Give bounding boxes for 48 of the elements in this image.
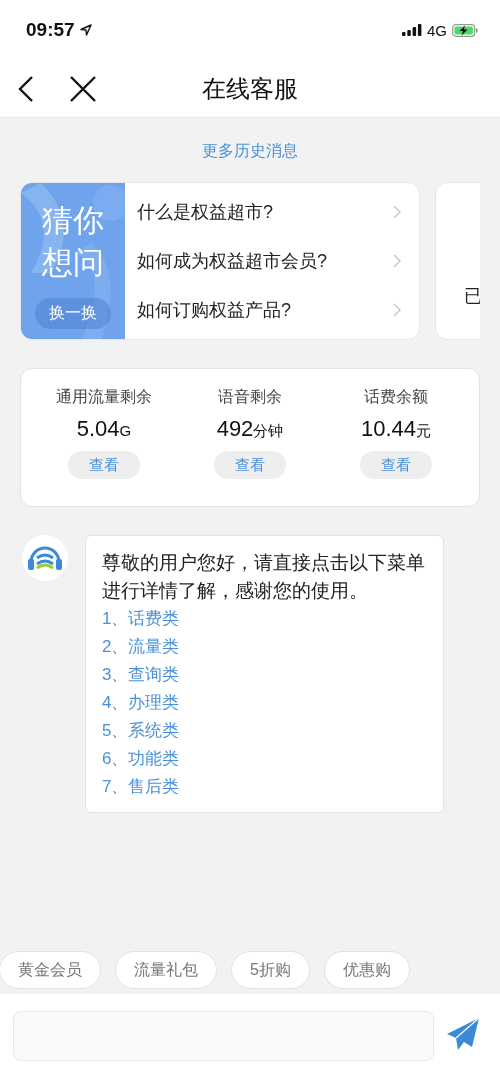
quick-reply-chip[interactable]: 流量礼包 bbox=[115, 951, 217, 989]
close-button[interactable] bbox=[70, 75, 96, 102]
page-title: 在线客服 bbox=[202, 73, 298, 104]
balance-unit: 元 bbox=[416, 422, 432, 441]
network-label: 4G bbox=[427, 21, 447, 39]
view-button[interactable]: 查看 bbox=[68, 451, 140, 479]
close-icon bbox=[70, 75, 96, 102]
view-button[interactable]: 查看 bbox=[214, 451, 286, 479]
history-link[interactable]: 更多历史消息 bbox=[202, 141, 298, 162]
question-item[interactable]: 什么是权益超市? bbox=[137, 199, 401, 224]
question-text: 如何订购权益产品? bbox=[137, 299, 291, 323]
balance-label: 通用流量剩余 bbox=[56, 387, 152, 407]
paper-plane-icon bbox=[446, 1017, 480, 1051]
chevron-right-icon bbox=[393, 303, 401, 318]
balance-value: 5.04 bbox=[76, 416, 120, 442]
quick-reply-chip[interactable]: 5折购 bbox=[231, 951, 310, 989]
menu-link[interactable]: 5、系统类 bbox=[102, 717, 425, 745]
menu-link[interactable]: 4、办理类 bbox=[102, 689, 425, 717]
menu-link[interactable]: 1、话费类 bbox=[102, 605, 425, 633]
menu-link[interactable]: 2、流量类 bbox=[102, 633, 425, 661]
chevron-right-icon bbox=[393, 204, 401, 219]
quick-reply-chip[interactable]: 黄金会员 bbox=[0, 951, 101, 989]
send-button[interactable] bbox=[446, 1017, 480, 1051]
location-icon bbox=[79, 24, 92, 36]
balance-unit: G bbox=[119, 422, 132, 439]
view-button[interactable]: 查看 bbox=[360, 451, 432, 479]
battery-charging-icon bbox=[452, 23, 478, 37]
back-icon bbox=[18, 74, 34, 103]
question-item[interactable]: 如何订购权益产品? bbox=[137, 298, 401, 323]
status-time: 09:57 bbox=[26, 19, 75, 41]
balance-label: 话费余额 bbox=[364, 387, 428, 407]
menu-link[interactable]: 7、售后类 bbox=[102, 773, 425, 801]
back-button[interactable] bbox=[18, 74, 34, 103]
chevron-right-icon bbox=[393, 254, 401, 268]
balance-unit: 分钟 bbox=[253, 422, 284, 441]
menu-link[interactable]: 3、查询类 bbox=[102, 661, 425, 689]
refresh-button[interactable]: 换一换 bbox=[35, 298, 111, 329]
balance-value: 492 bbox=[216, 416, 254, 442]
question-text: 什么是权益超市? bbox=[137, 200, 273, 224]
menu-link[interactable]: 6、功能类 bbox=[102, 745, 425, 773]
question-item[interactable]: 如何成为权益超市会员? bbox=[137, 249, 401, 273]
message-text: 尊敬的用户您好，请直接点击以下菜单进行详情了解，感谢您的使用。 bbox=[102, 551, 425, 603]
question-text: 如何成为权益超市会员? bbox=[137, 250, 327, 273]
balance-value: 10.44 bbox=[360, 416, 417, 442]
balance-label: 语音剩余 bbox=[218, 387, 282, 407]
guess-title: 猜你想问 bbox=[41, 202, 105, 282]
signal-icon bbox=[402, 24, 422, 36]
quick-reply-chip[interactable]: 优惠购 bbox=[323, 951, 410, 989]
